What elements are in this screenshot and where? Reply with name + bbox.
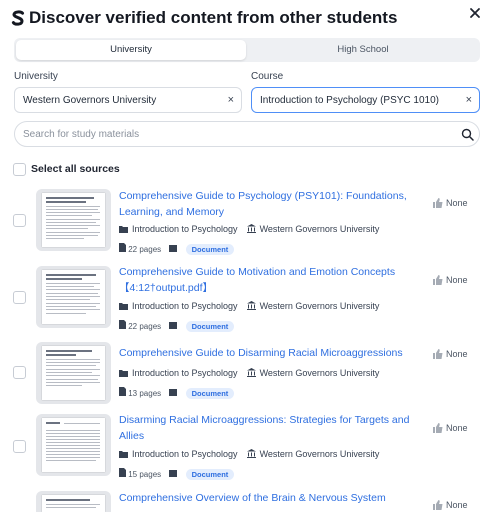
university-icon	[246, 301, 256, 310]
vote-count: None	[446, 500, 468, 510]
document-meta: Introduction to Psychology Western Govern…	[119, 301, 379, 311]
calendar-icon	[169, 470, 178, 477]
tab-high-school[interactable]: High School	[248, 40, 478, 60]
university-value: Western Governors University	[23, 95, 157, 106]
folder-icon	[119, 451, 128, 458]
calendar-icon	[169, 322, 178, 329]
document-checkbox[interactable]	[13, 366, 26, 379]
document-course: Introduction to Psychology	[132, 301, 238, 311]
document-meta: Introduction to Psychology Western Govern…	[119, 224, 379, 234]
thumbs-up-icon	[433, 500, 443, 510]
page-icon	[119, 320, 126, 329]
vote-count: None	[446, 349, 468, 359]
course-field[interactable]: Introduction to Psychology (PSYC 1010) ×	[251, 87, 480, 113]
university-icon	[246, 368, 256, 377]
document-pages: 15 pages	[128, 470, 162, 479]
document-type-badge: Document	[185, 321, 235, 332]
document-thumbnail[interactable]	[36, 491, 111, 512]
document-title-link[interactable]: Comprehensive Guide to Motivation and Em…	[119, 265, 419, 296]
document-title-link[interactable]: Comprehensive Overview of the Brain & Ne…	[119, 491, 419, 507]
search-input[interactable]	[23, 125, 443, 143]
document-stats: 22 pages Document	[119, 243, 235, 255]
document-pages: 13 pages	[128, 389, 162, 398]
vote-count: None	[446, 198, 468, 208]
page-icon	[119, 387, 126, 396]
vote-button[interactable]: None	[433, 349, 468, 359]
university-field-label: University	[14, 71, 58, 82]
document-course: Introduction to Psychology	[132, 368, 238, 378]
course-clear-button[interactable]: ×	[466, 88, 472, 112]
document-thumbnail[interactable]	[36, 266, 111, 328]
vote-count: None	[446, 423, 468, 433]
calendar-icon	[169, 245, 178, 252]
search-bar	[14, 121, 480, 147]
document-type-badge: Document	[185, 388, 235, 399]
vote-button[interactable]: None	[433, 500, 468, 510]
select-all-label: Select all sources	[31, 163, 120, 175]
select-all-checkbox[interactable]	[13, 163, 26, 176]
calendar-icon	[169, 389, 178, 396]
course-value: Introduction to Psychology (PSYC 1010)	[260, 95, 439, 106]
document-course: Introduction to Psychology	[132, 224, 238, 234]
thumbnail-page	[42, 193, 105, 247]
dialog-title: Discover verified content from other stu…	[29, 8, 398, 27]
document-stats: 15 pages Document	[119, 468, 235, 480]
thumbs-up-icon	[433, 423, 443, 433]
dialog-header: Discover verified content from other stu…	[0, 0, 494, 36]
document-title-link[interactable]: Comprehensive Guide to Psychology (PSY10…	[119, 189, 419, 220]
document-university: Western Governors University	[259, 224, 380, 234]
thumbnail-page	[42, 346, 105, 400]
document-type-badge: Document	[185, 469, 235, 480]
document-university: Western Governors University	[259, 368, 380, 378]
tab-university[interactable]: University	[16, 40, 246, 60]
thumbnail-page	[42, 270, 105, 324]
search-icon[interactable]	[461, 128, 474, 141]
document-pages: 22 pages	[128, 245, 162, 254]
document-thumbnail[interactable]	[36, 342, 111, 404]
vote-button[interactable]: None	[433, 275, 468, 285]
vote-button[interactable]: None	[433, 423, 468, 433]
vote-count: None	[446, 275, 468, 285]
document-meta: Introduction to Psychology Western Govern…	[119, 368, 379, 378]
thumbs-up-icon	[433, 275, 443, 285]
document-meta: Introduction to Psychology Western Govern…	[119, 449, 379, 459]
university-field[interactable]: Western Governors University ×	[14, 87, 242, 113]
page-icon	[119, 468, 126, 477]
close-icon[interactable]	[468, 6, 482, 20]
document-university: Western Governors University	[259, 301, 380, 311]
thumbnail-page	[42, 418, 105, 472]
university-clear-button[interactable]: ×	[228, 88, 234, 112]
document-university: Western Governors University	[259, 449, 380, 459]
document-checkbox[interactable]	[13, 440, 26, 453]
thumbs-up-icon	[433, 349, 443, 359]
folder-icon	[119, 226, 128, 233]
university-icon	[246, 449, 256, 458]
document-stats: 22 pages Document	[119, 320, 235, 332]
folder-icon	[119, 303, 128, 310]
document-course: Introduction to Psychology	[132, 449, 238, 459]
thumbnail-page	[42, 495, 105, 512]
document-stats: 13 pages Document	[119, 387, 235, 399]
document-checkbox[interactable]	[13, 214, 26, 227]
vote-button[interactable]: None	[433, 198, 468, 208]
document-title-link[interactable]: Comprehensive Guide to Disarming Racial …	[119, 346, 419, 362]
thumbs-up-icon	[433, 198, 443, 208]
university-icon	[246, 224, 256, 233]
document-checkbox[interactable]	[13, 291, 26, 304]
folder-icon	[119, 370, 128, 377]
page-icon	[119, 243, 126, 252]
studocu-logo-icon	[11, 10, 24, 26]
level-tabs: University High School	[14, 38, 480, 62]
course-field-label: Course	[251, 71, 284, 82]
document-thumbnail[interactable]	[36, 189, 111, 251]
document-type-badge: Document	[185, 244, 235, 255]
document-pages: 22 pages	[128, 322, 162, 331]
document-thumbnail[interactable]	[36, 414, 111, 476]
document-title-link[interactable]: Disarming Racial Microaggressions: Strat…	[119, 413, 419, 444]
